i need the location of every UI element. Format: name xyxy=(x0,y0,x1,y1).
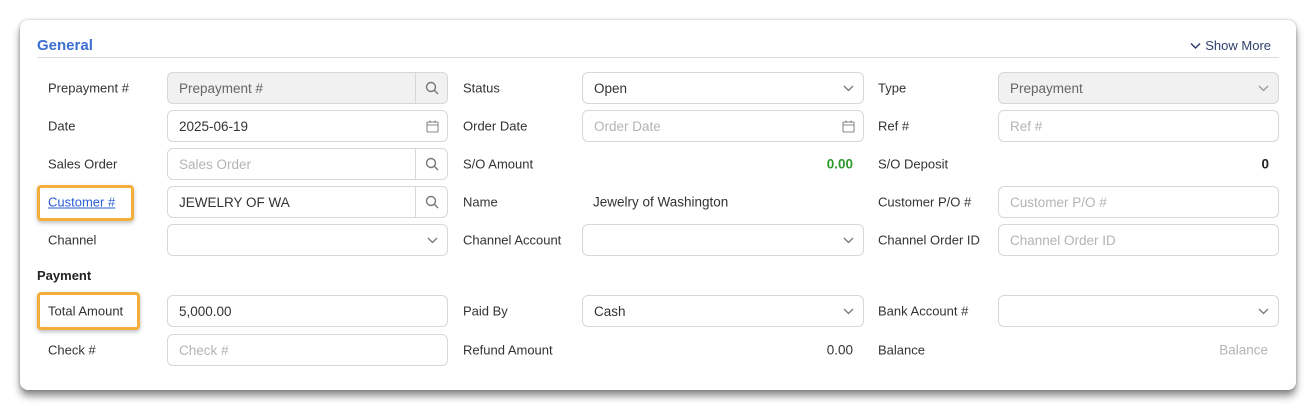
total-amount-field[interactable]: 5,000.00 xyxy=(167,295,448,327)
date-field[interactable]: 2025-06-19 xyxy=(167,110,448,142)
prepayment-no-placeholder: Prepayment # xyxy=(179,80,264,96)
chevron-down-icon xyxy=(1190,39,1201,53)
type-label: Type xyxy=(878,80,907,96)
type-value: Prepayment xyxy=(1010,80,1083,96)
chevron-down-icon xyxy=(417,237,447,244)
bank-account-select[interactable] xyxy=(998,295,1279,327)
prepayment-no-label: Prepayment # xyxy=(48,80,129,96)
balance-placeholder: Balance xyxy=(1219,342,1268,358)
customer-po-placeholder: Customer P/O # xyxy=(1010,194,1107,210)
order-date-placeholder: Order Date xyxy=(594,118,661,134)
channel-order-id-label: Channel Order ID xyxy=(878,232,980,248)
section-title-payment: Payment xyxy=(37,268,92,283)
chevron-down-icon xyxy=(833,308,863,315)
show-more-button[interactable]: Show More xyxy=(1190,38,1271,53)
channel-account-select[interactable] xyxy=(582,224,864,256)
check-no-field[interactable]: Check # xyxy=(167,334,448,366)
name-value: Jewelry of Washington xyxy=(593,194,729,210)
row-sales-order: Sales Order Sales Order S/O Amount 0.00 … xyxy=(20,147,1296,181)
sales-order-placeholder: Sales Order xyxy=(179,156,252,172)
chevron-down-icon xyxy=(1248,308,1278,315)
customer-no-field[interactable]: JEWELRY OF WA xyxy=(167,186,448,218)
channel-order-id-placeholder: Channel Order ID xyxy=(1010,232,1116,248)
ref-no-field[interactable]: Ref # xyxy=(998,110,1279,142)
show-more-label: Show More xyxy=(1205,38,1271,53)
row-customer: Customer # JEWELRY OF WA Name Jewelry of… xyxy=(20,185,1296,221)
row-total-amount: Total Amount 5,000.00 Paid By Cash Bank … xyxy=(20,292,1296,330)
header-divider xyxy=(37,57,1279,58)
ref-no-placeholder: Ref # xyxy=(1010,118,1043,134)
paid-by-select[interactable]: Cash xyxy=(582,295,864,327)
calendar-icon[interactable] xyxy=(833,120,863,133)
refund-amount-label: Refund Amount xyxy=(463,342,553,358)
row-check: Check # Check # Refund Amount 0.00 Balan… xyxy=(20,333,1296,367)
customer-no-value: JEWELRY OF WA xyxy=(179,194,290,210)
customer-po-label: Customer P/O # xyxy=(878,194,972,210)
status-value: Open xyxy=(594,80,628,96)
total-amount-label: Total Amount xyxy=(48,303,124,319)
channel-account-label: Channel Account xyxy=(463,232,562,248)
name-label: Name xyxy=(463,194,498,210)
so-amount-label: S/O Amount xyxy=(463,156,534,172)
chevron-down-icon xyxy=(1248,85,1278,92)
total-amount-value: 5,000.00 xyxy=(179,303,232,319)
refund-amount-value: 0.00 xyxy=(826,342,853,358)
chevron-down-icon xyxy=(833,85,863,92)
row-prepayment: Prepayment # Prepayment # Status Open Ty… xyxy=(20,71,1296,105)
date-label: Date xyxy=(48,118,76,134)
type-select[interactable]: Prepayment xyxy=(998,72,1279,104)
row-channel: Channel Channel Account Channel Order ID… xyxy=(20,223,1296,257)
order-date-field[interactable]: Order Date xyxy=(582,110,864,142)
balance-label: Balance xyxy=(878,342,925,358)
channel-select[interactable] xyxy=(167,224,448,256)
general-card: General Show More Prepayment # Prepaymen… xyxy=(20,20,1296,390)
customer-no-link[interactable]: Customer # xyxy=(48,195,115,210)
sales-order-label: Sales Order xyxy=(48,156,118,172)
date-value: 2025-06-19 xyxy=(179,118,249,134)
so-amount-value: 0.00 xyxy=(826,156,853,172)
search-icon[interactable] xyxy=(415,73,447,103)
prepayment-no-field[interactable]: Prepayment # xyxy=(167,72,448,104)
check-no-placeholder: Check # xyxy=(179,342,229,358)
order-date-label: Order Date xyxy=(463,118,528,134)
ref-no-label: Ref # xyxy=(878,118,910,134)
so-deposit-value: 0 xyxy=(1261,156,1269,172)
so-deposit-label: S/O Deposit xyxy=(878,156,949,172)
chevron-down-icon xyxy=(833,237,863,244)
paid-by-value: Cash xyxy=(594,303,626,319)
row-date: Date 2025-06-19 Order Date Order Date Re… xyxy=(20,109,1296,143)
calendar-icon[interactable] xyxy=(417,120,447,133)
section-title-general: General xyxy=(37,37,93,54)
search-icon[interactable] xyxy=(415,187,447,217)
customer-po-field[interactable]: Customer P/O # xyxy=(998,186,1279,218)
channel-order-id-field[interactable]: Channel Order ID xyxy=(998,224,1279,256)
channel-label: Channel xyxy=(48,232,97,248)
status-select[interactable]: Open xyxy=(582,72,864,104)
bank-account-label: Bank Account # xyxy=(878,303,969,319)
search-icon[interactable] xyxy=(415,149,447,179)
check-no-label: Check # xyxy=(48,342,96,358)
status-label: Status xyxy=(463,80,500,96)
paid-by-label: Paid By xyxy=(463,303,508,319)
sales-order-field[interactable]: Sales Order xyxy=(167,148,448,180)
